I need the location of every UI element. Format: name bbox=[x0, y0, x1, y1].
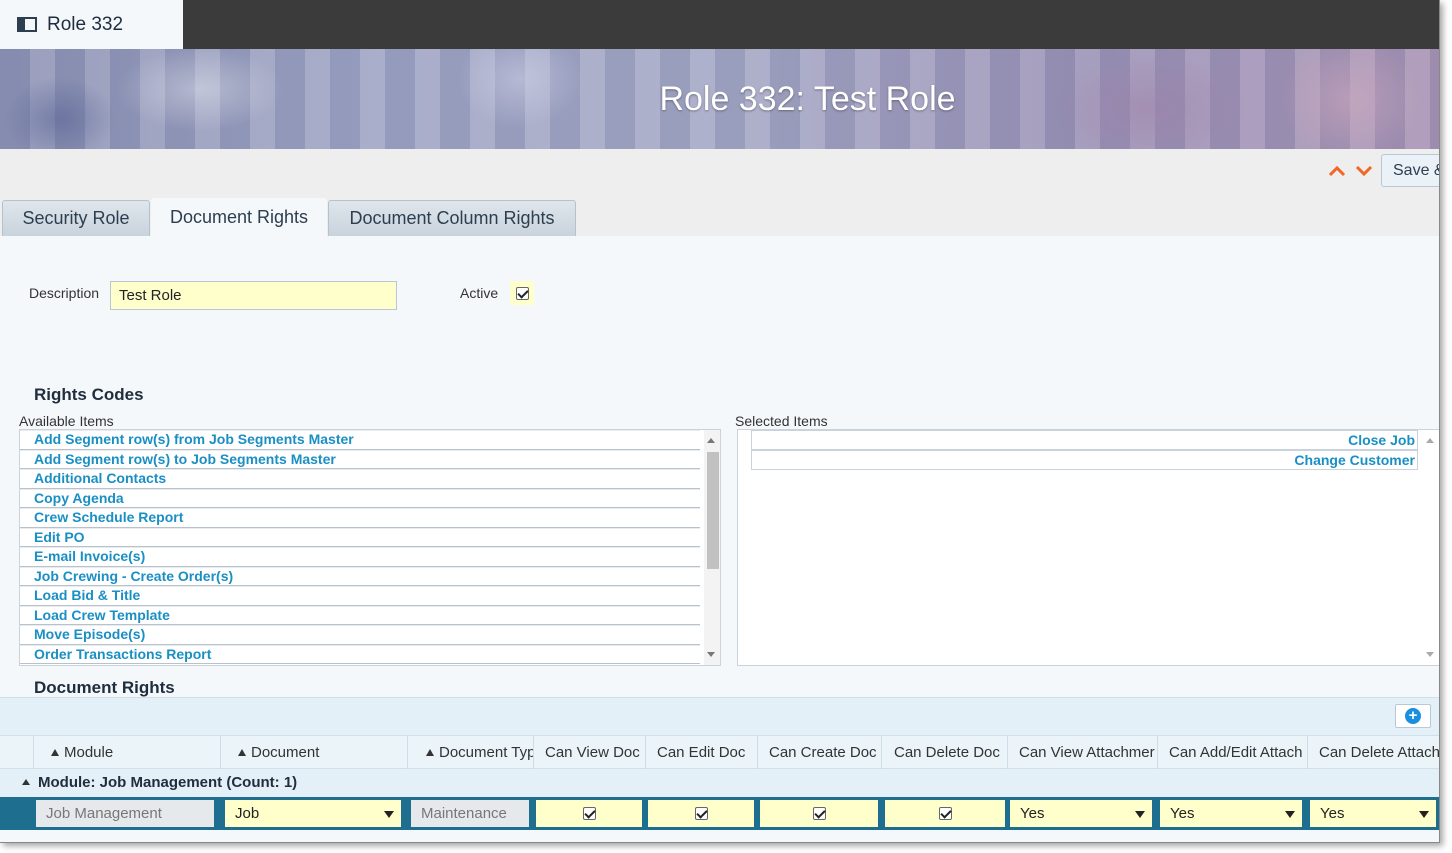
list-item[interactable]: Load Bid & Title bbox=[20, 586, 700, 606]
selected-list-scrollbar[interactable] bbox=[1423, 430, 1439, 665]
cell-can-edit-doc[interactable] bbox=[648, 800, 754, 827]
sort-asc-icon bbox=[238, 749, 246, 756]
dropdown-arrow-icon[interactable] bbox=[1135, 811, 1145, 818]
cell-can-delete-doc[interactable] bbox=[885, 800, 1005, 827]
cell-can-create-doc[interactable] bbox=[760, 800, 878, 827]
description-label: Description bbox=[29, 285, 100, 301]
col-can-delete-doc[interactable]: Can Delete Doc bbox=[881, 736, 1007, 770]
rights-codes-title: Rights Codes bbox=[34, 385, 144, 404]
add-row-button[interactable]: + bbox=[1395, 704, 1431, 728]
table-row[interactable]: Job Management Job Maintenance Yes Yes Y… bbox=[0, 797, 1439, 830]
scroll-down-icon[interactable] bbox=[707, 652, 715, 657]
cell-can-view-doc[interactable] bbox=[536, 800, 642, 827]
page-title: Role 332: Test Role bbox=[659, 79, 956, 118]
list-item[interactable]: Job Crewing - Create Order(s) bbox=[20, 566, 700, 586]
col-can-add-edit-attach[interactable]: Can Add/Edit Attach bbox=[1157, 736, 1307, 770]
col-can-view-doc[interactable]: Can View Doc bbox=[533, 736, 645, 770]
checkbox-icon[interactable] bbox=[938, 807, 952, 820]
cell-module: Job Management bbox=[36, 800, 214, 827]
dropdown-arrow-icon[interactable] bbox=[384, 811, 394, 818]
cell-document-type: Maintenance bbox=[411, 800, 529, 827]
grid-toolbar bbox=[0, 697, 1439, 735]
list-item[interactable]: Add Segment row(s) from Job Segments Mas… bbox=[20, 430, 700, 450]
col-can-view-attachments[interactable]: Can View Attachmer bbox=[1007, 736, 1157, 770]
checkbox-icon[interactable] bbox=[812, 807, 826, 820]
checkbox-icon[interactable] bbox=[694, 807, 708, 820]
top-bar: Role 332 bbox=[0, 0, 1439, 49]
list-item[interactable]: Edit PO bbox=[20, 527, 700, 547]
sort-asc-icon bbox=[51, 749, 59, 756]
tab-document-rights[interactable]: Document Rights bbox=[151, 198, 327, 236]
checkbox-icon bbox=[515, 286, 529, 300]
list-item[interactable]: E-mail Invoice(s) bbox=[20, 547, 700, 567]
group-row[interactable]: Module: Job Management (Count: 1) bbox=[0, 769, 1439, 797]
col-can-create-doc[interactable]: Can Create Doc bbox=[757, 736, 881, 770]
col-document[interactable]: Document bbox=[220, 736, 407, 770]
chevron-up-icon[interactable] bbox=[1327, 161, 1347, 181]
cell-can-add-edit-attach-select[interactable]: Yes bbox=[1160, 800, 1302, 827]
list-item[interactable]: Order Transactions Report bbox=[20, 644, 700, 664]
list-item[interactable]: Move Episode(s) bbox=[20, 625, 700, 645]
group-label: Module: Job Management (Count: 1) bbox=[38, 774, 298, 791]
available-items-list[interactable]: Add Segment row(s) from Job Segments Mas… bbox=[19, 429, 721, 666]
scroll-down-icon[interactable] bbox=[1426, 652, 1434, 657]
grid-header: Module Document Document Typ Can View Do… bbox=[0, 735, 1439, 770]
selected-items-list[interactable]: Close Job Change Customer bbox=[737, 429, 1439, 666]
description-field[interactable] bbox=[110, 281, 397, 310]
tab-security-role[interactable]: Security Role bbox=[2, 200, 150, 236]
chevron-down-icon[interactable] bbox=[1354, 161, 1374, 181]
action-strip bbox=[0, 149, 1439, 196]
scroll-up-icon[interactable] bbox=[707, 438, 715, 443]
scrollbar-thumb[interactable] bbox=[707, 452, 719, 569]
checkbox-icon[interactable] bbox=[582, 807, 596, 820]
col-document-type[interactable]: Document Typ bbox=[407, 736, 533, 770]
save-button[interactable]: Save & bbox=[1381, 154, 1439, 187]
available-list-scrollbar[interactable] bbox=[704, 430, 720, 665]
scroll-up-icon[interactable] bbox=[1426, 438, 1434, 443]
active-checkbox[interactable] bbox=[510, 281, 534, 305]
list-item[interactable]: Close Job bbox=[751, 430, 1418, 450]
document-panel-icon bbox=[17, 17, 37, 32]
list-item[interactable]: Additional Contacts bbox=[20, 469, 700, 489]
window-tab[interactable]: Role 332 bbox=[0, 0, 183, 49]
selected-items-label: Selected Items bbox=[735, 413, 828, 429]
collapse-icon[interactable] bbox=[22, 779, 30, 785]
page-banner: Role 332: Test Role bbox=[0, 49, 1439, 149]
dropdown-arrow-icon[interactable] bbox=[1419, 811, 1429, 818]
add-circle-icon: + bbox=[1405, 708, 1421, 724]
list-item[interactable]: Copy Agenda bbox=[20, 488, 700, 508]
app-window: Role 332 Role 332: Test Role Save & Secu… bbox=[0, 0, 1440, 843]
list-item[interactable]: Add Segment row(s) to Job Segments Maste… bbox=[20, 449, 700, 469]
col-can-delete-attach[interactable]: Can Delete Attach bbox=[1307, 736, 1439, 770]
active-label: Active bbox=[460, 285, 499, 301]
sort-asc-icon bbox=[426, 749, 434, 756]
list-item[interactable]: Crew Schedule Report bbox=[20, 508, 700, 528]
document-rights-title: Document Rights bbox=[34, 678, 175, 697]
tab-bar: Security Role Document Rights Document C… bbox=[0, 196, 1439, 236]
list-item[interactable]: Load Crew Template bbox=[20, 605, 700, 625]
cell-document-select[interactable]: Job bbox=[225, 800, 401, 827]
tab-document-column-rights[interactable]: Document Column Rights bbox=[328, 200, 576, 236]
available-items-label: Available Items bbox=[19, 413, 114, 429]
cell-can-view-attach-select[interactable]: Yes bbox=[1010, 800, 1152, 827]
window-tab-title: Role 332 bbox=[47, 13, 124, 35]
cell-can-delete-attach-select[interactable]: Yes bbox=[1310, 800, 1436, 827]
col-can-edit-doc[interactable]: Can Edit Doc bbox=[645, 736, 757, 770]
dropdown-arrow-icon[interactable] bbox=[1285, 811, 1295, 818]
list-item[interactable]: Change Customer bbox=[751, 450, 1418, 470]
col-module[interactable]: Module bbox=[33, 736, 220, 770]
